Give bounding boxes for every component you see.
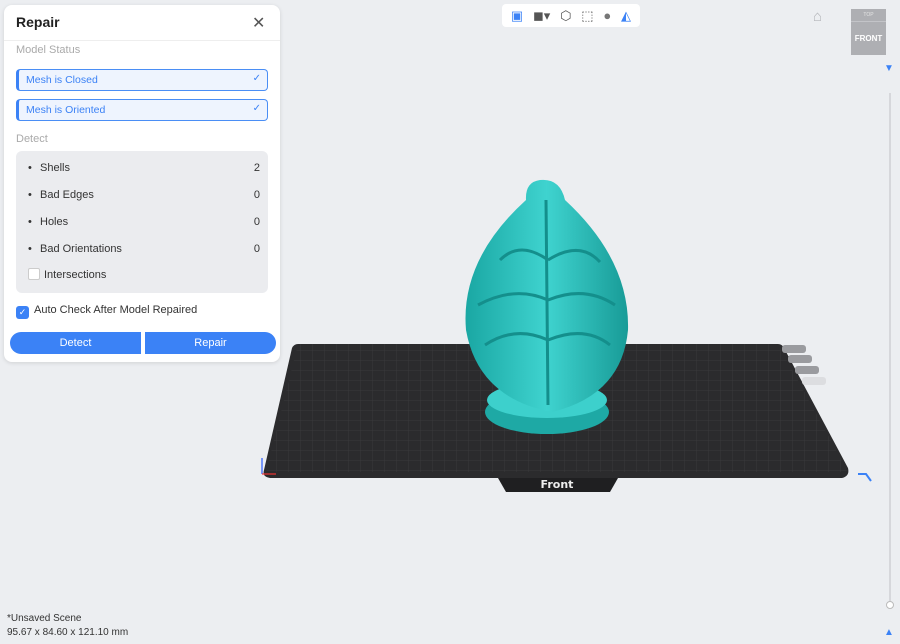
status-text: Mesh is Oriented [26,104,106,116]
row-label: Shells [40,162,70,174]
check-icon: ✓ [252,103,261,114]
detect-results: • Shells 2 • Bad Edges 0 • Holes 0 • Bad Orient… [16,151,268,293]
result-bad-orientations: • Bad Orientations 0 [28,243,260,255]
leaf-model[interactable] [465,179,629,434]
detect-label: Detect [16,133,48,145]
checkbox-label: Auto Check After Model Repaired [34,304,198,316]
shaded-cube-icon[interactable]: ◼▾ [533,8,550,24]
repair-button[interactable]: Repair [145,332,276,354]
layer-slider-thumb[interactable] [886,601,894,609]
select-icon[interactable]: ⬚ [581,8,593,24]
close-icon[interactable]: ✕ [252,13,265,33]
row-value: 2 [253,162,260,174]
perspective-icon[interactable]: ▣ [511,8,523,24]
row-label: Bad Edges [40,189,94,201]
auto-check-checkbox[interactable]: ✓ Auto Check After Model Repaired [16,304,197,319]
view-cube-top[interactable]: TOP [851,9,886,22]
result-shells: • Shells 2 [28,162,260,174]
checkbox-label: Intersections [44,269,107,281]
status-text: Mesh is Closed [26,74,98,86]
status-mesh-oriented: Mesh is Oriented ✓ [16,99,268,121]
row-label: Holes [40,216,69,228]
slice-view-icon[interactable]: ◭ [621,8,631,24]
scene-name: *Unsaved Scene [7,613,82,624]
detect-button[interactable]: Detect [10,332,141,354]
inspect-object-icon[interactable]: ⬡ [560,8,571,24]
model-dimensions: 95.67 x 84.60 x 121.10 mm [7,627,129,638]
result-bad-edges: • Bad Edges 0 [28,189,260,201]
intersections-checkbox[interactable]: Intersections [28,268,260,281]
checkbox[interactable] [28,268,40,280]
status-mesh-closed: Mesh is Closed ✓ [16,69,268,91]
repair-panel: Repair ✕ Model Status Mesh is Closed ✓ Me… [4,5,280,362]
divider [4,40,280,41]
check-icon: ✓ [252,73,261,84]
row-value: 0 [253,243,260,255]
panel-title: Repair [16,14,60,30]
result-holes: • Holes 0 [28,216,260,228]
layer-top-handle-icon[interactable]: ▼ [884,63,894,74]
row-value: 0 [253,189,260,201]
layer-bottom-handle-icon[interactable]: ▲ [884,627,894,638]
checkbox-checked-icon[interactable]: ✓ [16,306,29,319]
view-cube-front[interactable]: FRONT [851,34,886,43]
view-toolbar: ▣ ◼▾ ⬡ ⬚ ● ◭ [502,4,640,27]
view-cube[interactable]: TOP FRONT [851,9,886,55]
home-icon[interactable]: ⌂ [813,8,822,25]
row-label: Bad Orientations [40,243,122,255]
layer-slider[interactable] [889,93,891,605]
model-status-label: Model Status [16,44,81,56]
bed-front-label: Front [541,478,574,491]
row-value: 0 [253,216,260,228]
sphere-icon[interactable]: ● [603,8,611,23]
